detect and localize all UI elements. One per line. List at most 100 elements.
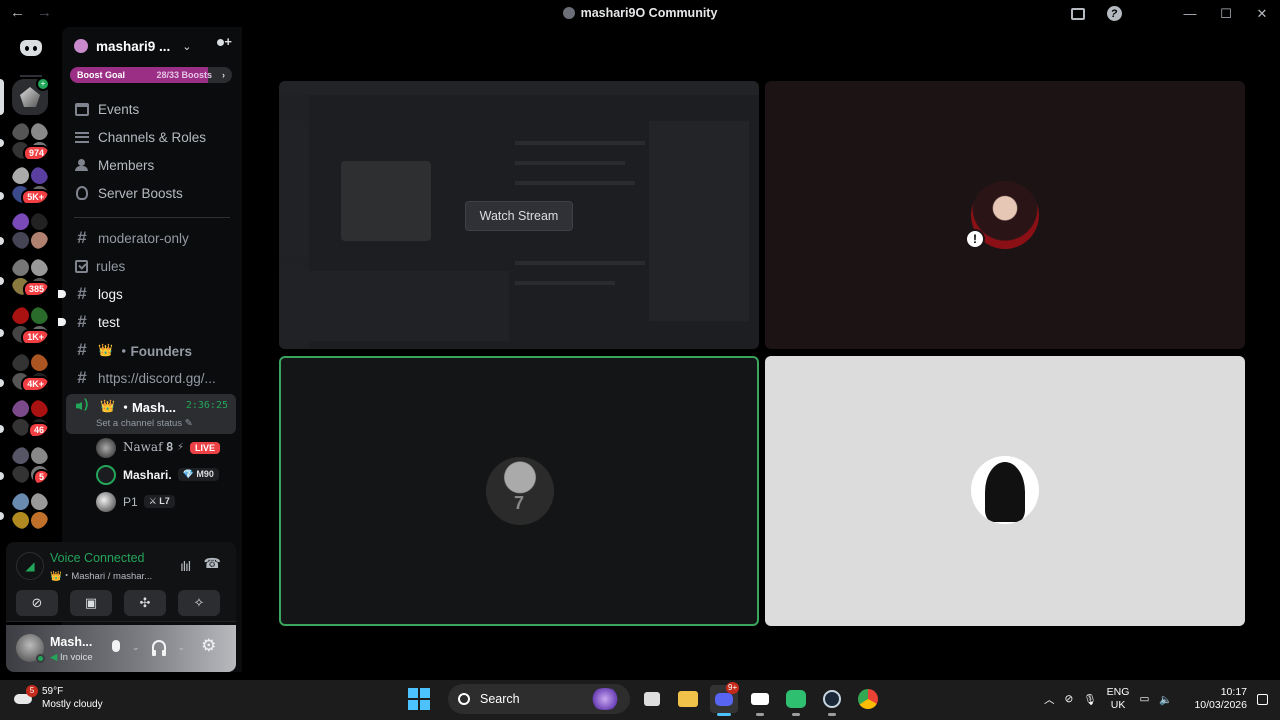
weather-desc: Mostly cloudy bbox=[42, 699, 103, 710]
hash-icon: # bbox=[77, 340, 87, 359]
rules-icon bbox=[75, 259, 88, 273]
disconnect-icon[interactable]: ☎ bbox=[204, 555, 221, 572]
speaker-mini-icon: ◀ bbox=[50, 652, 58, 663]
chevron-down-icon[interactable]: ⌄ bbox=[132, 642, 140, 656]
voice-user[interactable]: Mashari. 💎 M90 bbox=[62, 461, 242, 488]
voice-user[interactable]: P1 ⚔ L7 bbox=[62, 488, 242, 515]
headphones-icon[interactable] bbox=[151, 640, 166, 656]
watch-stream-button[interactable]: Watch Stream bbox=[465, 201, 573, 231]
channel-status-text: Set a channel status bbox=[96, 418, 183, 429]
server-folder-9[interactable] bbox=[12, 493, 48, 529]
share-screen-button[interactable]: ▣ bbox=[70, 590, 112, 616]
microphone-icon[interactable] bbox=[112, 640, 120, 652]
menu-item-server-boosts[interactable]: Server Boosts bbox=[62, 179, 242, 207]
windows-start-icon[interactable] bbox=[408, 688, 430, 710]
channel-moderator-only[interactable]: # moderator-only bbox=[62, 224, 242, 252]
lang-secondary: UK bbox=[1110, 699, 1126, 711]
taskbar-search[interactable]: Search bbox=[448, 684, 630, 714]
unread-indicator bbox=[0, 512, 4, 520]
channel-status-prompt[interactable]: Set a channel status ✎ bbox=[96, 418, 236, 429]
guild-icon bbox=[74, 39, 88, 53]
voice-user[interactable]: Nawaf 𝟖 ⚡ LIVE bbox=[62, 434, 242, 461]
language-indicator[interactable]: ENG UK bbox=[1107, 686, 1130, 712]
help-icon: ? bbox=[1106, 6, 1122, 21]
server-folder-6[interactable]: 4K+ bbox=[12, 354, 48, 390]
clock[interactable]: 10:17 10/03/2026 bbox=[1194, 686, 1247, 712]
server-folder-8[interactable]: 5 bbox=[12, 447, 48, 483]
game-app-icon[interactable] bbox=[782, 685, 810, 716]
volume-icon[interactable]: 🔈 bbox=[1159, 693, 1172, 706]
task-view-icon[interactable] bbox=[638, 685, 666, 713]
microphone-tray-icon[interactable]: 🎙 bbox=[1083, 693, 1096, 706]
noise-suppression-icon[interactable]: ılıl bbox=[180, 558, 191, 574]
activities-button[interactable]: ✣ bbox=[124, 590, 166, 616]
discord-app-icon[interactable]: 9+ bbox=[710, 682, 740, 716]
stream-tile[interactable]: Watch Stream bbox=[279, 81, 759, 349]
channel-founders[interactable]: # 👑 ・Founders bbox=[62, 336, 242, 364]
inbox-icon bbox=[1071, 7, 1085, 20]
soundboard-button[interactable]: ✧ bbox=[178, 590, 220, 616]
menu-item-members[interactable]: Members bbox=[62, 151, 242, 179]
lang-primary: ENG bbox=[1106, 686, 1130, 698]
participant-tile[interactable] bbox=[765, 356, 1245, 626]
maximize-button[interactable]: ☐ bbox=[1208, 0, 1244, 27]
participant-tile[interactable]: ! bbox=[765, 81, 1245, 349]
menu-item-label: Members bbox=[98, 157, 155, 173]
unread-indicator bbox=[0, 192, 4, 200]
signal-icon[interactable]: ◢ bbox=[16, 552, 44, 580]
avatar bbox=[96, 464, 116, 485]
server-logo-icon bbox=[20, 87, 40, 107]
clock-date: 10/03/2026 bbox=[1194, 699, 1247, 711]
steam-icon[interactable] bbox=[818, 685, 846, 716]
boost-goal-bar[interactable]: Boost Goal 28/33 Boosts › bbox=[70, 67, 232, 83]
user-tag-badge: 💎 M90 bbox=[177, 468, 219, 481]
server-folder-2[interactable]: 5K+ bbox=[12, 167, 48, 203]
server-folder-5[interactable]: 1K+ bbox=[12, 307, 48, 343]
boost-count: 28/33 Boosts bbox=[156, 70, 212, 80]
file-explorer-icon[interactable] bbox=[674, 685, 702, 713]
inbox-button[interactable] bbox=[1060, 0, 1096, 27]
server-active[interactable]: + bbox=[12, 77, 50, 115]
notification-icon[interactable] bbox=[1257, 693, 1268, 705]
voice-timer: 2:36:25 bbox=[185, 400, 228, 411]
chevron-up-icon[interactable]: ︿ bbox=[1044, 692, 1055, 707]
guild-header[interactable]: mashari9 ... ⌄ bbox=[62, 27, 242, 65]
participant-tile-speaking[interactable] bbox=[279, 356, 759, 626]
server-folder-7[interactable]: 46 bbox=[12, 400, 48, 436]
voice-user-name: Nawaf 𝟖 bbox=[123, 440, 174, 454]
channel-invite-link[interactable]: # https://discord.gg/... bbox=[62, 364, 242, 392]
chevron-right-icon: › bbox=[222, 70, 225, 80]
minimize-button[interactable]: — bbox=[1172, 0, 1208, 27]
server-folder-3[interactable] bbox=[12, 213, 48, 249]
live-badge: LIVE bbox=[190, 441, 221, 454]
channel-test[interactable]: # test bbox=[58, 308, 242, 336]
server-folder-1[interactable]: 974 bbox=[12, 123, 48, 159]
menu-item-events[interactable]: Events bbox=[62, 95, 242, 123]
gear-icon[interactable]: ⚙ bbox=[201, 636, 216, 656]
invite-people-icon[interactable] bbox=[216, 34, 232, 52]
server-folder-4[interactable]: 385 bbox=[12, 259, 48, 295]
voice-channel-active[interactable]: 👑・Mash... 2:36:25 Set a channel status ✎ bbox=[66, 394, 236, 434]
camera-off-icon[interactable]: ⊘ bbox=[1065, 693, 1074, 705]
boost-goal-label: Boost Goal bbox=[77, 70, 126, 80]
crown-icon: 👑 bbox=[100, 399, 115, 413]
voice-stage: Watch Stream ! bbox=[242, 27, 1280, 672]
weather-widget[interactable]: 5 59°F Mostly cloudy bbox=[14, 685, 103, 711]
chrome-icon[interactable] bbox=[854, 685, 882, 713]
lightning-icon: ⚡ bbox=[177, 442, 185, 453]
channel-rules[interactable]: rules bbox=[62, 252, 242, 280]
close-button[interactable]: ✕ bbox=[1244, 0, 1280, 27]
unread-indicator bbox=[0, 425, 4, 433]
help-button[interactable]: ? bbox=[1096, 0, 1132, 27]
voice-connected-channel[interactable]: 👑・Mashari / mashar... bbox=[50, 568, 170, 582]
channel-logs[interactable]: # logs bbox=[58, 280, 242, 308]
chevron-down-icon[interactable]: ⌄ bbox=[178, 642, 186, 656]
gmail-icon[interactable] bbox=[746, 685, 774, 716]
home-button[interactable] bbox=[16, 33, 46, 63]
server-divider bbox=[20, 75, 42, 77]
network-icon[interactable]: ▭ bbox=[1139, 693, 1149, 705]
camera-off-button[interactable]: ⊘ bbox=[16, 590, 58, 616]
menu-item-channels-roles[interactable]: Channels & Roles bbox=[62, 123, 242, 151]
user-name[interactable]: Mash... bbox=[50, 635, 92, 649]
members-icon bbox=[74, 157, 90, 173]
